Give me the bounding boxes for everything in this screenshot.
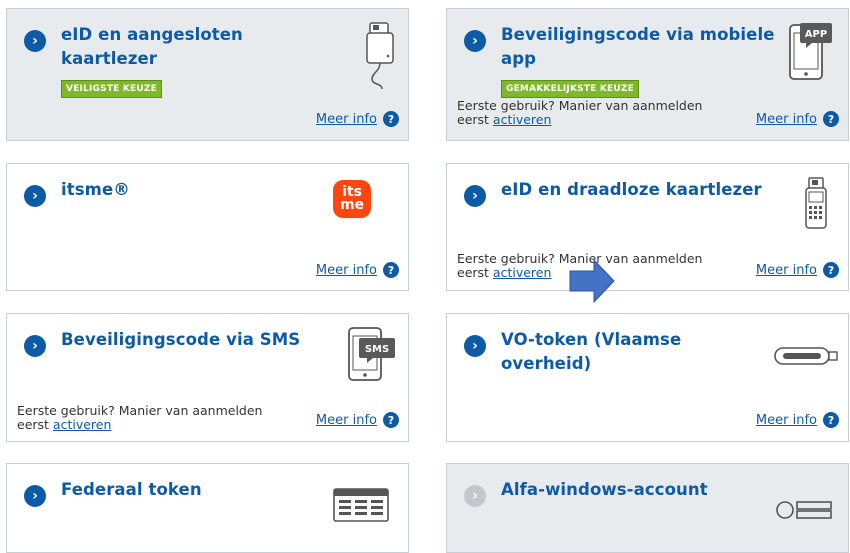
sms-icon-label: SMS	[365, 344, 389, 355]
activate-link[interactable]: activeren	[493, 112, 551, 127]
title-line: app	[501, 49, 537, 68]
card-mobile-app[interactable]: › Beveiligingscode via mobiele app GEMAK…	[446, 8, 849, 141]
token-card-icon	[333, 488, 389, 522]
more-info-link[interactable]: Meer info ?	[756, 262, 839, 278]
title-line: VO-token (Vlaamse	[501, 330, 682, 349]
more-info-link[interactable]: Meer info ?	[316, 412, 399, 428]
first-use-prefix: eerst	[17, 417, 49, 432]
first-use-line: Eerste gebruik? Manier van aanmelden	[17, 403, 263, 418]
card-itsme[interactable]: › itsme® its me Meer info ?	[6, 163, 409, 291]
card-title[interactable]: eID en draadloze kaartlezer	[501, 178, 762, 202]
more-info-label[interactable]: Meer info	[316, 263, 377, 278]
card-title[interactable]: itsme®	[61, 178, 130, 202]
card-eid-wired[interactable]: › eID en aangesloten kaartlezer VEILIGST…	[6, 8, 409, 141]
title-line: eID en aangesloten	[61, 25, 243, 44]
first-use-text: Eerste gebruik? Manier van aanmelden eer…	[17, 404, 262, 432]
first-use-text: Eerste gebruik? Manier van aanmelden eer…	[457, 99, 702, 127]
more-info-link[interactable]: Meer info ?	[756, 412, 839, 428]
card-eid-wireless[interactable]: › eID en draadloze kaartlezer Eerste geb…	[446, 163, 849, 291]
card-title[interactable]: Federaal token	[61, 478, 202, 502]
card-reader-wireless-icon	[805, 177, 827, 229]
card-alfa-windows-account[interactable]: › Alfa-windows-account	[446, 463, 849, 553]
safest-choice-badge: VEILIGSTE KEUZE	[61, 80, 162, 98]
card-title[interactable]: Alfa-windows-account	[501, 478, 708, 502]
more-info-link[interactable]: Meer info ?	[316, 111, 399, 127]
chevron-right-icon: ›	[464, 335, 486, 357]
title-line: Beveiligingscode via mobiele	[501, 25, 775, 44]
card-vo-token[interactable]: › VO-token (Vlaamse overheid) Meer info …	[446, 313, 849, 442]
chevron-right-icon: ›	[24, 335, 46, 357]
help-icon[interactable]: ?	[383, 412, 399, 428]
title-line: kaartlezer	[61, 49, 158, 68]
more-info-label[interactable]: Meer info	[756, 112, 817, 127]
account-icon	[776, 501, 832, 519]
usb-token-icon	[774, 347, 838, 365]
chevron-right-icon: ›	[464, 185, 486, 207]
card-title[interactable]: eID en aangesloten kaartlezer VEILIGSTE …	[61, 23, 243, 98]
title-line: overheid)	[501, 354, 592, 373]
activate-link[interactable]: activeren	[493, 265, 551, 280]
chevron-right-icon: ›	[464, 30, 486, 52]
help-icon[interactable]: ?	[383, 111, 399, 127]
mobile-app-icon: APP	[789, 23, 832, 80]
easiest-choice-badge: GEMAKKELIJKSTE KEUZE	[501, 80, 639, 98]
itsme-logo-bottom: me	[339, 197, 365, 213]
itsme-logo: its me	[333, 180, 371, 218]
more-info-label[interactable]: Meer info	[756, 413, 817, 428]
first-use-line: Eerste gebruik? Manier van aanmelden	[457, 98, 703, 113]
first-use-prefix: eerst	[457, 112, 489, 127]
help-icon[interactable]: ?	[823, 412, 839, 428]
more-info-link[interactable]: Meer info ?	[756, 111, 839, 127]
app-icon-label: APP	[805, 29, 827, 40]
chevron-right-icon: ›	[24, 30, 46, 52]
sms-phone-icon: SMS	[348, 327, 395, 381]
first-use-prefix: eerst	[457, 265, 489, 280]
help-icon[interactable]: ?	[823, 262, 839, 278]
more-info-label[interactable]: Meer info	[316, 112, 377, 127]
card-title[interactable]: Beveiligingscode via SMS	[61, 328, 300, 352]
card-reader-wired-icon	[366, 22, 394, 90]
help-icon[interactable]: ?	[383, 262, 399, 278]
more-info-label[interactable]: Meer info	[756, 263, 817, 278]
card-title[interactable]: VO-token (Vlaamse overheid)	[501, 328, 681, 376]
card-federal-token[interactable]: › Federaal token	[6, 463, 409, 553]
card-sms[interactable]: › Beveiligingscode via SMS SMS Eerste ge…	[6, 313, 409, 442]
help-icon[interactable]: ?	[823, 111, 839, 127]
activate-link[interactable]: activeren	[53, 417, 111, 432]
annotation-arrow-icon	[569, 258, 615, 304]
chevron-right-icon: ›	[24, 485, 46, 507]
more-info-link[interactable]: Meer info ?	[316, 262, 399, 278]
more-info-label[interactable]: Meer info	[316, 413, 377, 428]
chevron-right-icon: ›	[464, 485, 486, 507]
card-title[interactable]: Beveiligingscode via mobiele app GEMAKKE…	[501, 23, 775, 98]
chevron-right-icon: ›	[24, 185, 46, 207]
